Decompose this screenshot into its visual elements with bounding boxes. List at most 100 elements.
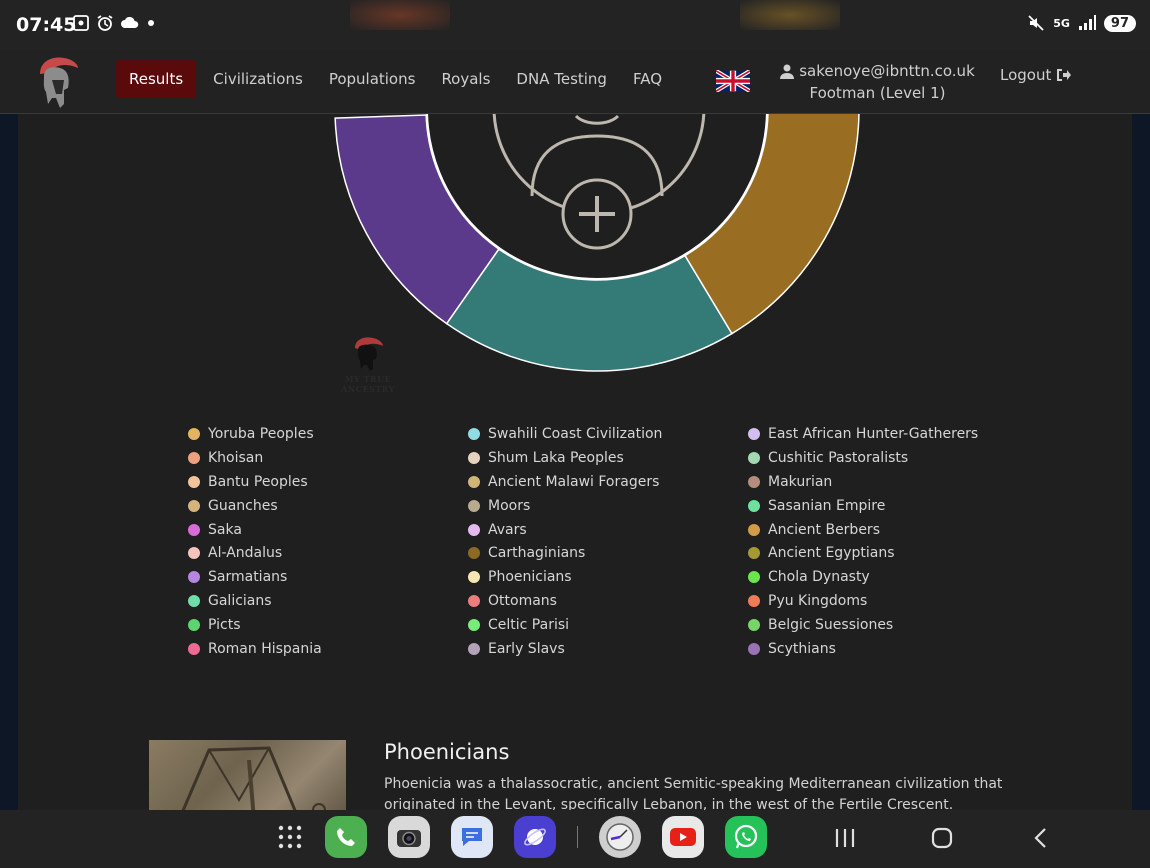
legend-dot — [748, 427, 760, 440]
legend-item[interactable]: Makurian — [748, 470, 1028, 494]
legend-label: Shum Laka Peoples — [488, 449, 624, 466]
legend-label: Belgic Suessiones — [768, 617, 894, 634]
legend-item[interactable]: Shum Laka Peoples — [468, 446, 748, 470]
home-icon[interactable] — [930, 826, 954, 850]
legend-item[interactable]: Sarmatians — [188, 565, 468, 589]
clock-icon[interactable] — [599, 816, 641, 858]
camera-icon[interactable] — [388, 816, 430, 858]
legend-dot — [468, 595, 480, 608]
whatsapp-icon[interactable] — [725, 816, 767, 858]
recents-icon[interactable] — [834, 826, 856, 850]
legend-dot — [188, 547, 200, 560]
legend-dot — [748, 571, 760, 584]
legend-label: East African Hunter-Gatherers — [768, 425, 979, 442]
legend-item[interactable]: Saka — [188, 518, 468, 542]
uk-flag-icon[interactable] — [716, 70, 750, 92]
nav-civilizations[interactable]: Civilizations — [200, 60, 316, 98]
legend-dot — [748, 475, 760, 488]
legend-item[interactable]: Picts — [188, 613, 468, 637]
legend-label: Bantu Peoples — [208, 473, 308, 490]
legend-item[interactable]: Scythians — [748, 637, 1028, 661]
legend-item[interactable]: Galicians — [188, 589, 468, 613]
dot-icon — [148, 20, 154, 26]
apps-grid-icon[interactable] — [276, 823, 304, 851]
phone-icon[interactable] — [325, 816, 367, 858]
spartan-helmet-logo[interactable] — [34, 54, 80, 110]
legend-item[interactable]: Carthaginians — [468, 541, 748, 565]
legend-dot — [188, 595, 200, 608]
user-email-row: sakenoye@ibnttn.co.uk — [770, 60, 985, 82]
legend-label: Sasanian Empire — [768, 497, 886, 514]
legend-item[interactable]: Ancient Berbers — [748, 518, 1028, 542]
status-bar: 07:45 5G 97 — [0, 0, 1150, 50]
legend-item[interactable]: Cushitic Pastoralists — [748, 446, 1028, 470]
legend-item[interactable]: Guanches — [188, 494, 468, 518]
dock-separator — [577, 826, 578, 848]
logout-label: Logout — [1000, 66, 1052, 84]
legend-dot — [468, 547, 480, 560]
legend-item[interactable]: Ancient Egyptians — [748, 541, 1028, 565]
user-info[interactable]: sakenoye@ibnttn.co.uk Footman (Level 1) — [770, 60, 985, 104]
legend-item[interactable]: Avars — [468, 518, 748, 542]
legend-item[interactable]: Ottomans — [468, 589, 748, 613]
status-glow — [350, 0, 450, 30]
legend-dot — [468, 619, 480, 632]
legend-item[interactable]: Ancient Malawi Foragers — [468, 470, 748, 494]
nav-populations[interactable]: Populations — [316, 60, 429, 98]
legend-dot — [748, 547, 760, 560]
legend-label: Galicians — [208, 593, 272, 610]
legend-item[interactable]: East African Hunter-Gatherers — [748, 422, 1028, 446]
legend-dot — [468, 451, 480, 464]
mute-icon — [1028, 15, 1044, 31]
legend-dot — [748, 499, 760, 512]
legend-item[interactable]: Chola Dynasty — [748, 565, 1028, 589]
nav-dna-testing[interactable]: DNA Testing — [503, 60, 620, 98]
legend-item[interactable]: Khoisan — [188, 446, 468, 470]
legend-item[interactable]: Roman Hispania — [188, 637, 468, 661]
legend-item[interactable]: Bantu Peoples — [188, 470, 468, 494]
nav-results[interactable]: Results — [116, 60, 197, 98]
legend-dot — [188, 475, 200, 488]
legend-dot — [748, 595, 760, 608]
legend-item[interactable]: Moors — [468, 494, 748, 518]
population-image-art — [181, 746, 326, 810]
legend-item[interactable]: Early Slavs — [468, 637, 748, 661]
watermark-helmet-icon — [355, 337, 383, 371]
app-dock — [276, 816, 767, 858]
legend-dot — [748, 523, 760, 536]
watermark-text: MY TRUE ANCESTRY — [341, 374, 395, 394]
legend-item[interactable]: Sasanian Empire — [748, 494, 1028, 518]
back-icon[interactable] — [1030, 826, 1052, 850]
browser-icon[interactable] — [514, 816, 556, 858]
signal-icon — [1078, 15, 1096, 30]
population-description: Phoenicia was a thalassocratic, ancient … — [384, 776, 1003, 810]
legend-label: Guanches — [208, 497, 278, 514]
legend-item[interactable]: Yoruba Peoples — [188, 422, 468, 446]
system-nav-bar — [0, 810, 1150, 868]
legend-item[interactable]: Swahili Coast Civilization — [468, 422, 748, 446]
ancestry-donut-chart — [334, 114, 860, 372]
watermark-logo: MY TRUE ANCESTRY — [320, 336, 416, 394]
population-image[interactable] — [149, 740, 346, 810]
legend-dot — [188, 619, 200, 632]
legend-item[interactable]: Phoenicians — [468, 565, 748, 589]
legend-label: Ottomans — [488, 593, 557, 610]
youtube-icon[interactable] — [662, 816, 704, 858]
legend-item[interactable]: Al-Andalus — [188, 541, 468, 565]
status-glow — [740, 0, 840, 30]
status-icons-right: 5G 97 — [1027, 14, 1136, 32]
legend-label: Al-Andalus — [208, 545, 283, 562]
legend-label: Ancient Berbers — [768, 521, 880, 538]
messages-icon[interactable] — [451, 816, 493, 858]
legend-dot — [468, 523, 480, 536]
legend-item[interactable]: Pyu Kingdoms — [748, 589, 1028, 613]
legend-item[interactable]: Celtic Parisi — [468, 613, 748, 637]
nav-faq[interactable]: FAQ — [620, 60, 675, 98]
legend-item[interactable]: Belgic Suessiones — [748, 613, 1028, 637]
logout-button[interactable]: Logout — [1000, 66, 1072, 84]
cloud-icon — [121, 16, 139, 28]
nav-royals[interactable]: Royals — [428, 60, 503, 98]
battery-icon: 97 — [1103, 14, 1136, 32]
legend-label: Celtic Parisi — [488, 617, 570, 634]
legend-label: Avars — [488, 521, 527, 538]
